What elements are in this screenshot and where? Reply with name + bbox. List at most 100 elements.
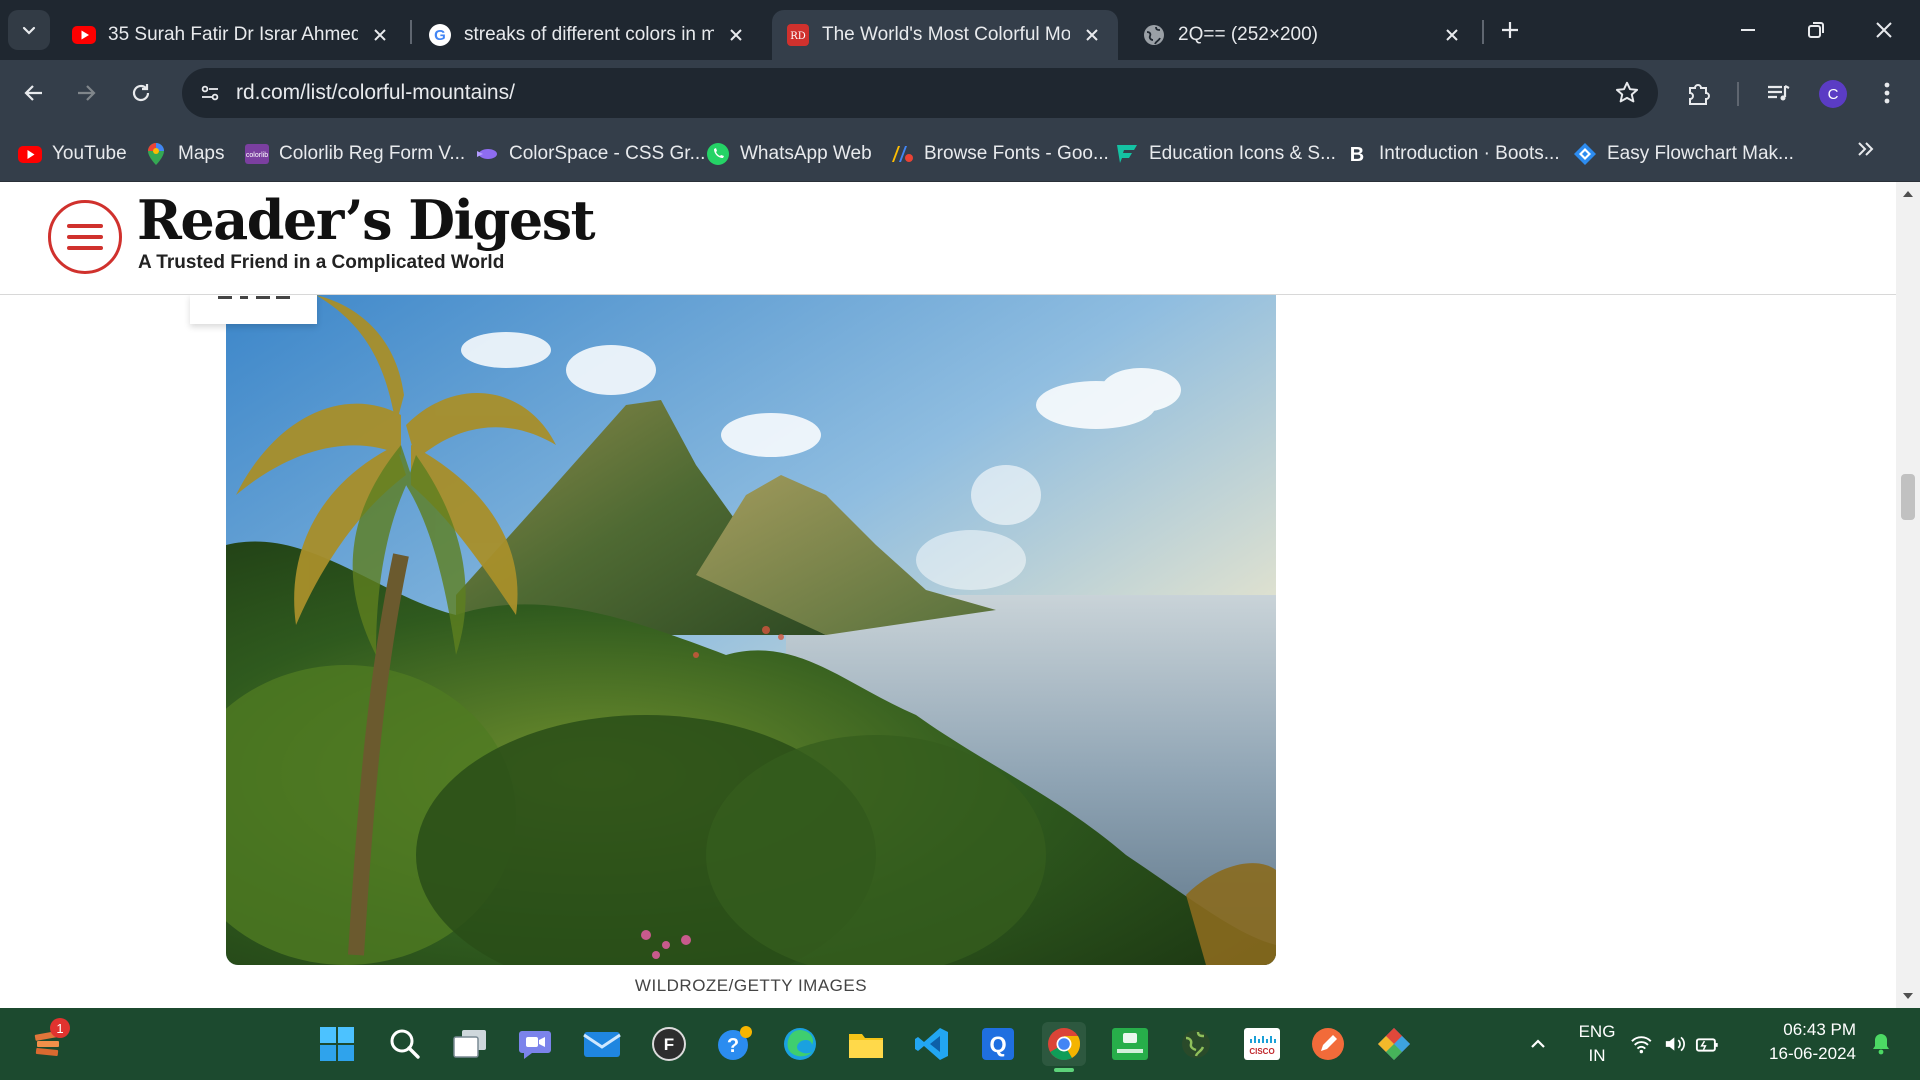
browser-menu-button[interactable]	[1868, 74, 1906, 112]
plus-icon	[1502, 22, 1518, 38]
site-menu-button[interactable]	[48, 200, 122, 274]
tab-youtube[interactable]: 35 Surah Fatir Dr Israr Ahmed U	[58, 10, 406, 60]
site-header: Reader’s Digest A Trusted Friend in a Co…	[0, 182, 1896, 295]
globe-app-button[interactable]	[1174, 1022, 1218, 1066]
minimize-button[interactable]	[1718, 6, 1778, 54]
file-explorer-button[interactable]	[844, 1022, 888, 1066]
cisco-icon: CISCO	[1244, 1028, 1280, 1060]
mountain-photo	[226, 295, 1276, 965]
bookmark-flowchart[interactable]: Easy Flowchart Mak...	[1573, 138, 1794, 170]
site-logo[interactable]: Reader’s Digest	[137, 188, 596, 252]
notification-badge: 1	[50, 1018, 70, 1038]
rd-icon: RD	[786, 23, 810, 47]
scroll-up-icon[interactable]	[1902, 188, 1914, 200]
close-icon[interactable]	[368, 23, 392, 47]
tab-readers-digest[interactable]: RD The World's Most Colorful Mou	[772, 10, 1118, 60]
edge-app-button[interactable]	[778, 1022, 822, 1066]
skills-app-button[interactable]	[1108, 1022, 1152, 1066]
svg-text:B: B	[1350, 144, 1364, 165]
start-button[interactable]	[315, 1022, 359, 1066]
chrome-button[interactable]	[1042, 1022, 1086, 1072]
mail-app-button[interactable]	[580, 1022, 624, 1066]
tab-google-search[interactable]: G streaks of different colors in mo	[414, 10, 762, 60]
svg-text:Q: Q	[989, 1032, 1006, 1057]
back-button[interactable]	[14, 73, 54, 113]
close-icon[interactable]	[1440, 23, 1464, 47]
arrow-left-icon	[24, 85, 42, 101]
vscode-button[interactable]	[910, 1022, 954, 1066]
minimize-icon	[1741, 29, 1755, 31]
page-scrollbar[interactable]	[1896, 182, 1920, 1008]
show-hidden-icons-button[interactable]	[1516, 1022, 1560, 1066]
flaticon-icon	[1115, 142, 1139, 166]
scroll-down-icon[interactable]	[1902, 990, 1914, 1002]
google-fonts-icon	[890, 142, 914, 166]
scrollbar-thumb[interactable]	[1901, 474, 1915, 520]
clock[interactable]: 06:43 PM 16-06-2024	[1752, 1020, 1856, 1064]
bookmark-label: Maps	[178, 143, 225, 164]
new-tab-button[interactable]	[1490, 12, 1530, 48]
reload-button[interactable]	[121, 73, 161, 113]
language-text: ENG	[1578, 1022, 1616, 1041]
extensions-button[interactable]	[1680, 74, 1718, 112]
bell-icon	[1873, 1034, 1889, 1055]
media-control-button[interactable]	[1759, 74, 1797, 112]
tab-image[interactable]: 2Q== (252×200)	[1128, 10, 1478, 60]
language-indicator[interactable]: ENG IN	[1578, 1022, 1616, 1066]
bookmark-label: Easy Flowchart Mak...	[1607, 143, 1794, 164]
volume-icon	[1665, 1036, 1685, 1052]
bookmark-youtube[interactable]: YouTube	[18, 138, 127, 170]
youtube-icon	[72, 23, 96, 47]
puzzle-icon	[1689, 84, 1710, 105]
pen-app-button[interactable]	[1306, 1022, 1350, 1066]
f-app-icon: F	[652, 1027, 686, 1061]
windows-start-icon	[320, 1027, 354, 1061]
tab-search-button[interactable]	[8, 10, 50, 50]
site-settings-icon[interactable]	[196, 79, 224, 107]
cisco-app-button[interactable]: CISCO	[1240, 1022, 1284, 1066]
bookmark-google-fonts[interactable]: Browse Fonts - Goo...	[890, 138, 1109, 170]
bookmark-colorlib[interactable]: colorlib Colorlib Reg Form V...	[245, 138, 465, 170]
edge-icon	[784, 1028, 816, 1060]
bookmark-label: Browse Fonts - Goo...	[924, 143, 1109, 164]
f-app-button[interactable]: F	[647, 1022, 691, 1066]
git-app-button[interactable]	[1372, 1022, 1416, 1066]
q-app-button[interactable]: Q	[976, 1022, 1020, 1066]
help-icon: ?	[718, 1026, 752, 1060]
bookmark-flaticon[interactable]: Education Icons & S...	[1115, 138, 1336, 170]
bookmark-maps[interactable]: Maps	[144, 138, 224, 170]
notifications-button[interactable]	[1866, 1022, 1896, 1066]
search-icon	[390, 1029, 420, 1059]
tab-title: The World's Most Colorful Mou	[822, 24, 1070, 45]
profile-avatar[interactable]: C	[1819, 80, 1847, 108]
vscode-icon	[915, 1028, 948, 1060]
youtube-icon	[18, 142, 42, 166]
restore-button[interactable]	[1786, 6, 1846, 54]
more-bookmarks-button[interactable]	[1850, 134, 1880, 164]
svg-text:G: G	[434, 27, 446, 44]
bootstrap-icon: B	[1345, 142, 1369, 166]
bookmark-star-icon[interactable]	[1614, 80, 1640, 106]
forward-button[interactable]	[66, 73, 106, 113]
help-app-button[interactable]: ?	[713, 1022, 757, 1066]
bookmark-colorspace[interactable]: ColorSpace - CSS Gr...	[475, 138, 705, 170]
close-icon	[1876, 22, 1892, 38]
close-icon[interactable]	[724, 23, 748, 47]
toolbar-divider	[1737, 82, 1739, 106]
date-text: 16-06-2024	[1769, 1044, 1856, 1063]
skills-app-icon	[1112, 1028, 1148, 1060]
tab-title: 35 Surah Fatir Dr Israr Ahmed U	[108, 24, 358, 45]
close-icon[interactable]	[1080, 23, 1104, 47]
address-bar[interactable]: rd.com/list/colorful-mountains/	[182, 68, 1658, 118]
bookmark-bootstrap[interactable]: B Introduction · Boots...	[1345, 138, 1560, 170]
bookmark-whatsapp[interactable]: WhatsApp Web	[706, 138, 872, 170]
pen-icon	[1312, 1028, 1344, 1060]
system-tray-status[interactable]	[1630, 1022, 1720, 1066]
close-window-button[interactable]	[1854, 6, 1914, 54]
taskbar-search-button[interactable]	[383, 1022, 427, 1066]
globe-icon	[1142, 23, 1166, 47]
meet-app-button[interactable]	[514, 1022, 558, 1066]
folder-icon	[849, 1034, 883, 1058]
task-view-button[interactable]	[448, 1022, 492, 1066]
playlist-icon	[1768, 85, 1790, 101]
